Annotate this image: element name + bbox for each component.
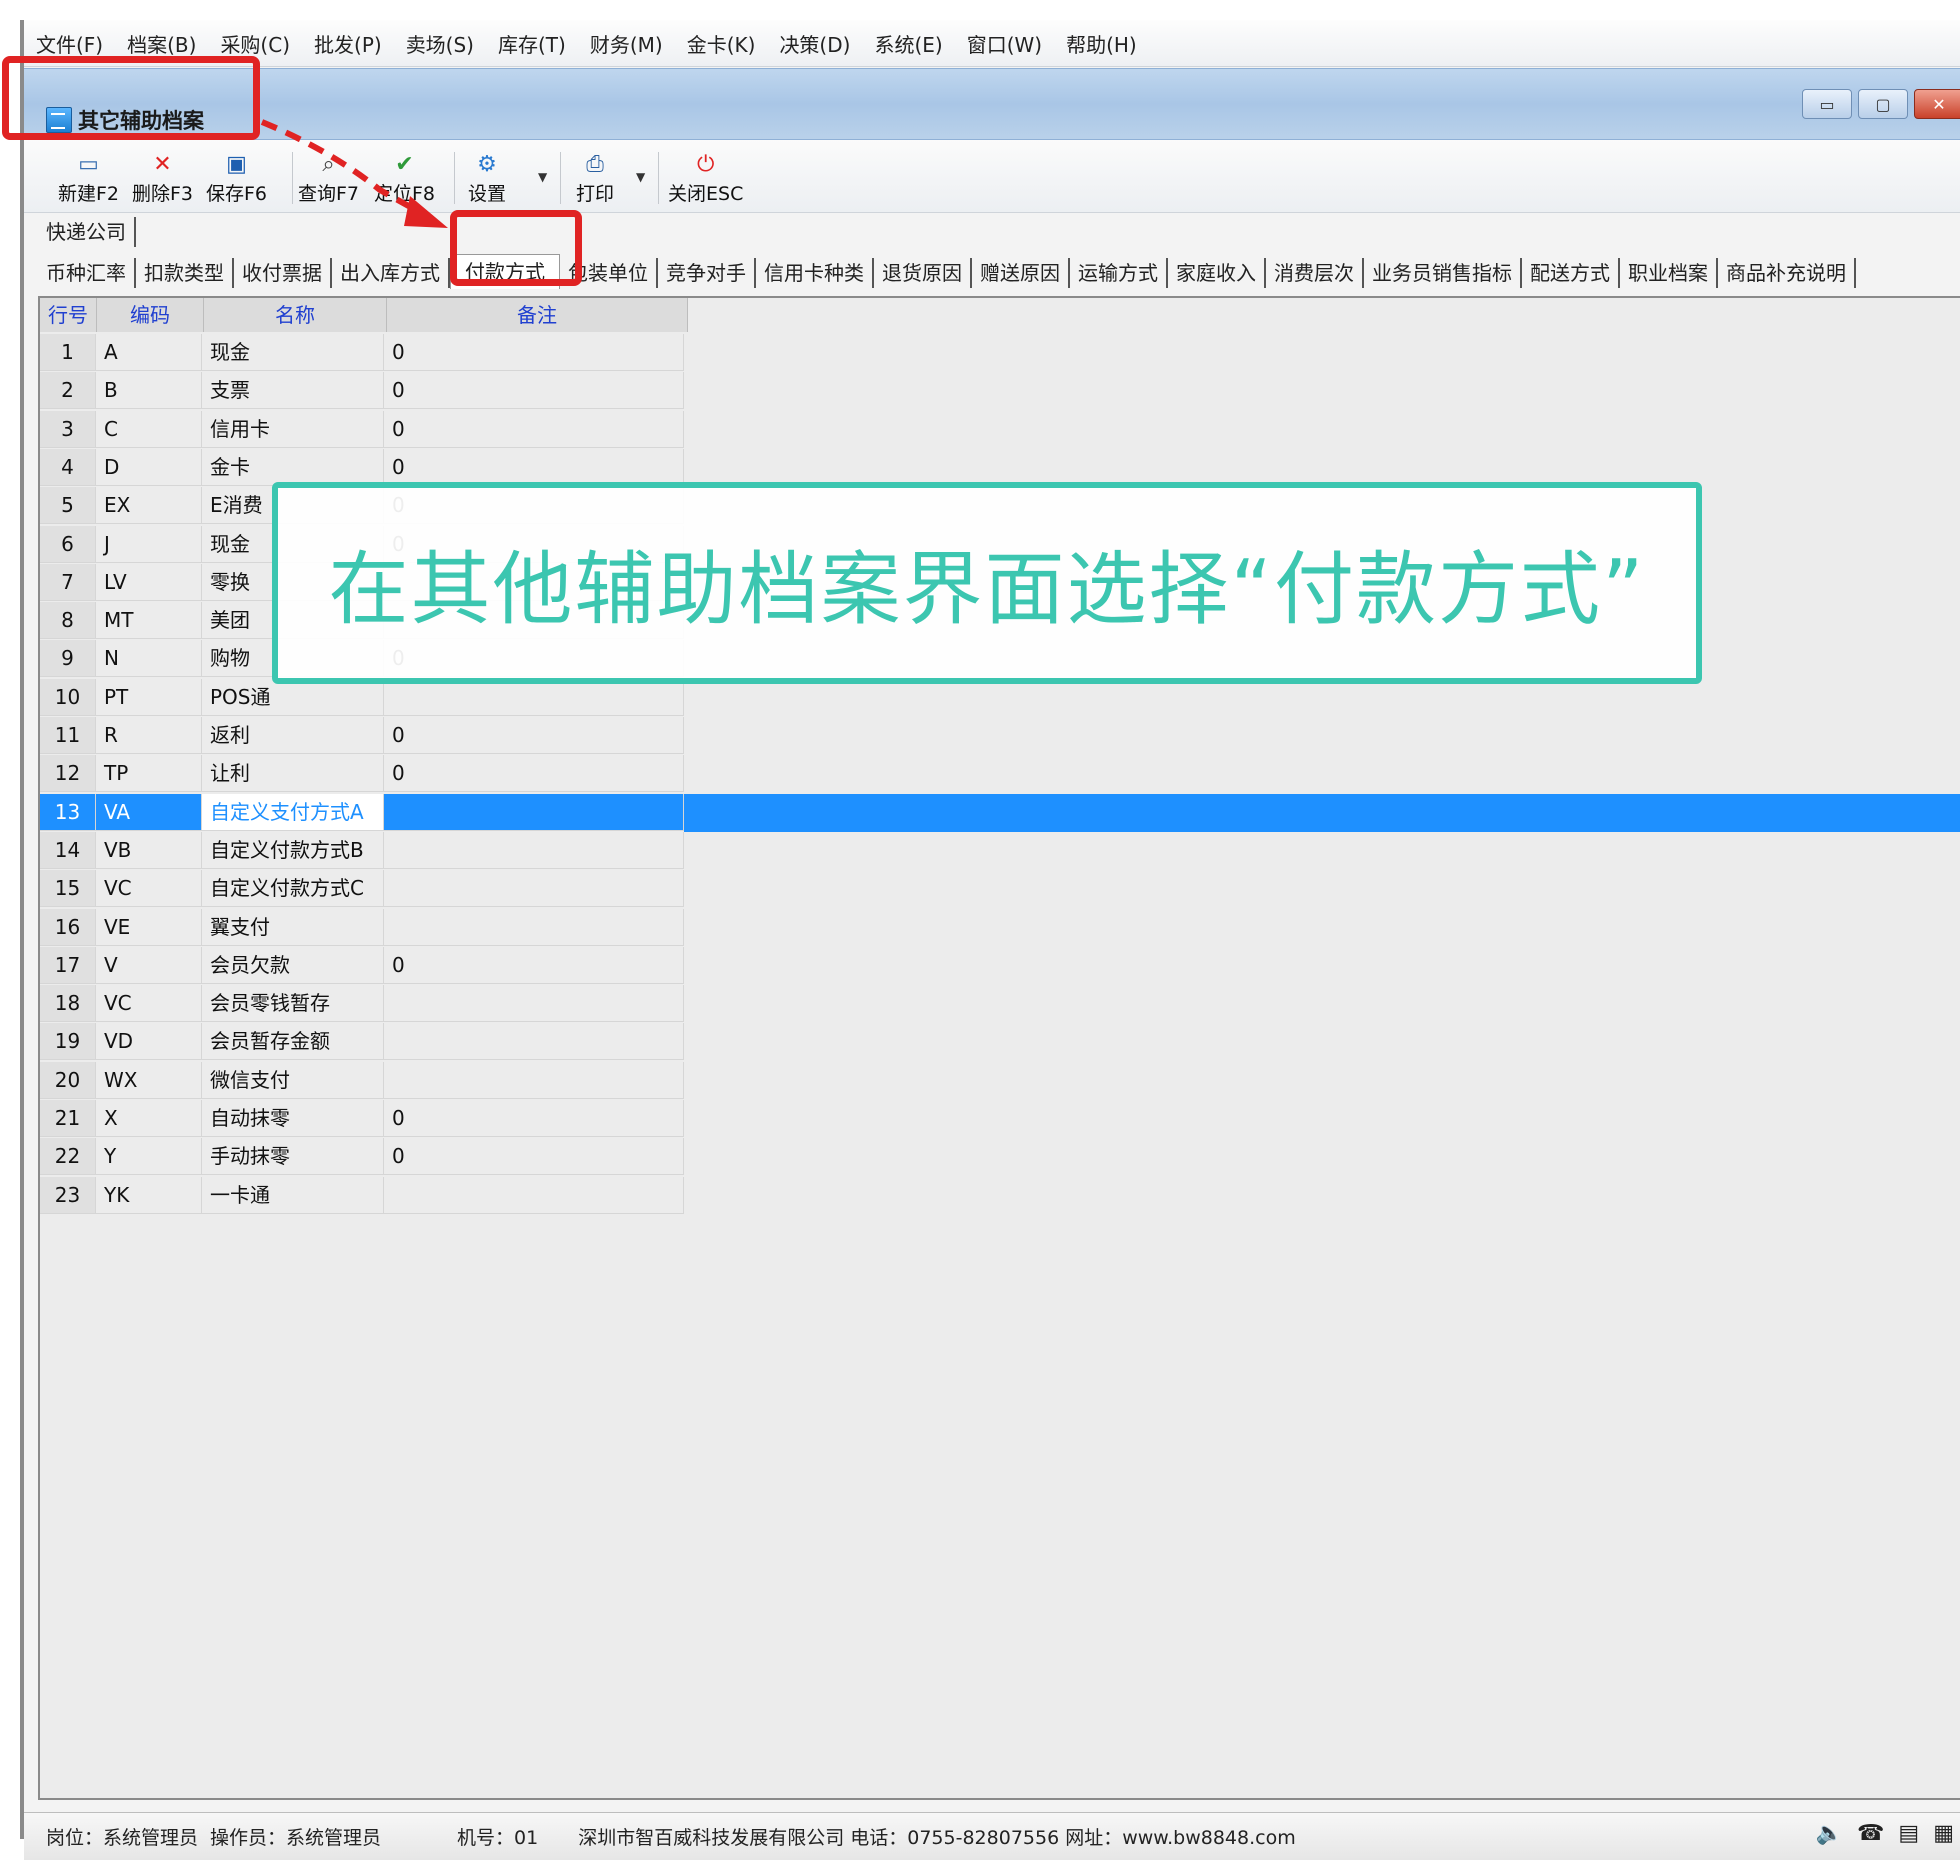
callout-text: 在其他辅助档案界面选择“付款方式” <box>328 543 1646 636</box>
instruction-callout: 在其他辅助档案界面选择“付款方式” <box>272 482 1702 684</box>
annotation-arrow <box>260 119 448 228</box>
